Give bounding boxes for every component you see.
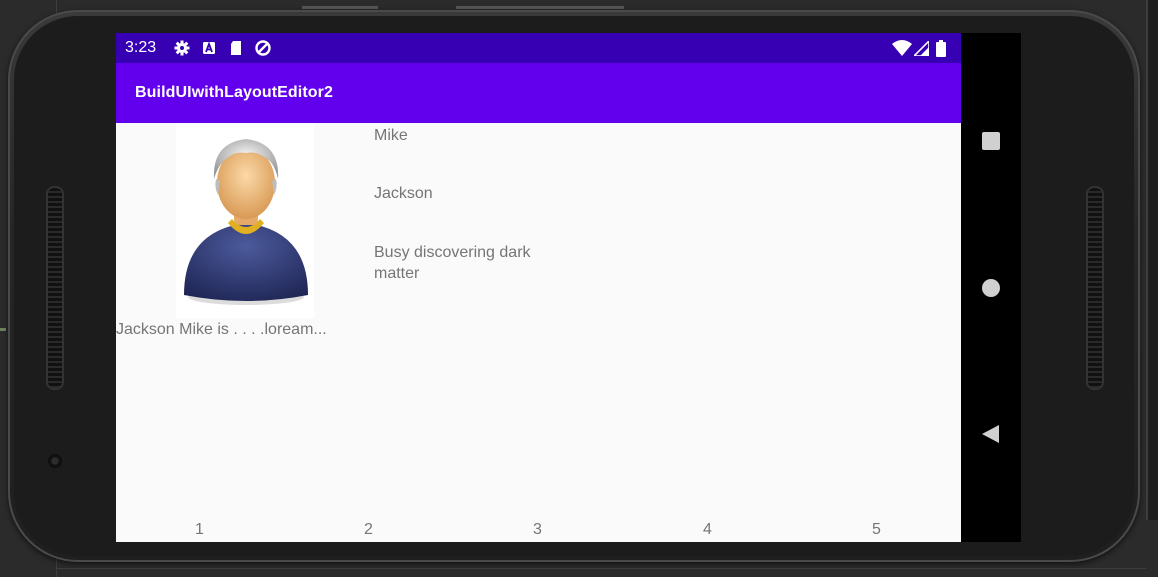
- bio-text: Busy discovering dark matter: [374, 244, 531, 282]
- home-button[interactable]: [981, 278, 1001, 298]
- device-screen: 3:23 BuildUIwithLayoutEditor2 Jackson Mi…: [116, 33, 961, 542]
- settings-gear-icon: [174, 40, 190, 56]
- wifi-icon: [892, 40, 912, 56]
- first-name-text: Mike: [374, 127, 408, 144]
- status-right-icons: [892, 39, 952, 57]
- ide-tab-indicator: [456, 6, 624, 9]
- last-name-text: Jackson: [374, 185, 433, 202]
- bottom-number-5: 5: [872, 521, 881, 538]
- signal-icon: [914, 41, 929, 56]
- a-box-icon: [203, 41, 215, 54]
- sd-card-icon: [231, 41, 241, 55]
- bottom-number-3: 3: [533, 521, 542, 538]
- status-time: 3:23: [125, 39, 157, 56]
- status-bar: 3:23: [116, 33, 961, 63]
- user-avatar-icon: [184, 139, 308, 305]
- battery-icon: [936, 40, 946, 57]
- speaker-grille: [46, 186, 64, 390]
- ide-divider: [56, 568, 1146, 569]
- bottom-number-1: 1: [195, 521, 204, 538]
- speaker-grille: [1086, 186, 1104, 390]
- ide-side-panel: [1146, 0, 1158, 520]
- ide-gutter-marker: [0, 328, 6, 331]
- profile-image: [176, 123, 314, 318]
- ide-tab-indicator: [302, 6, 378, 9]
- profile-caption: Jackson Mike is . . . .loream...: [116, 321, 327, 338]
- app-bar: BuildUIwithLayoutEditor2: [116, 63, 961, 123]
- back-button[interactable]: [981, 424, 1001, 444]
- app-title: BuildUIwithLayoutEditor2: [135, 84, 333, 101]
- data-saver-icon: [255, 40, 271, 56]
- front-camera-icon: [48, 454, 62, 468]
- home-circle-icon: [982, 279, 1000, 297]
- overview-square-icon: [982, 132, 1000, 150]
- navigation-bar: [961, 33, 1021, 542]
- overview-button[interactable]: [981, 131, 1001, 151]
- back-triangle-icon: [982, 425, 999, 443]
- bottom-number-2: 2: [364, 521, 373, 538]
- bottom-number-4: 4: [703, 521, 712, 538]
